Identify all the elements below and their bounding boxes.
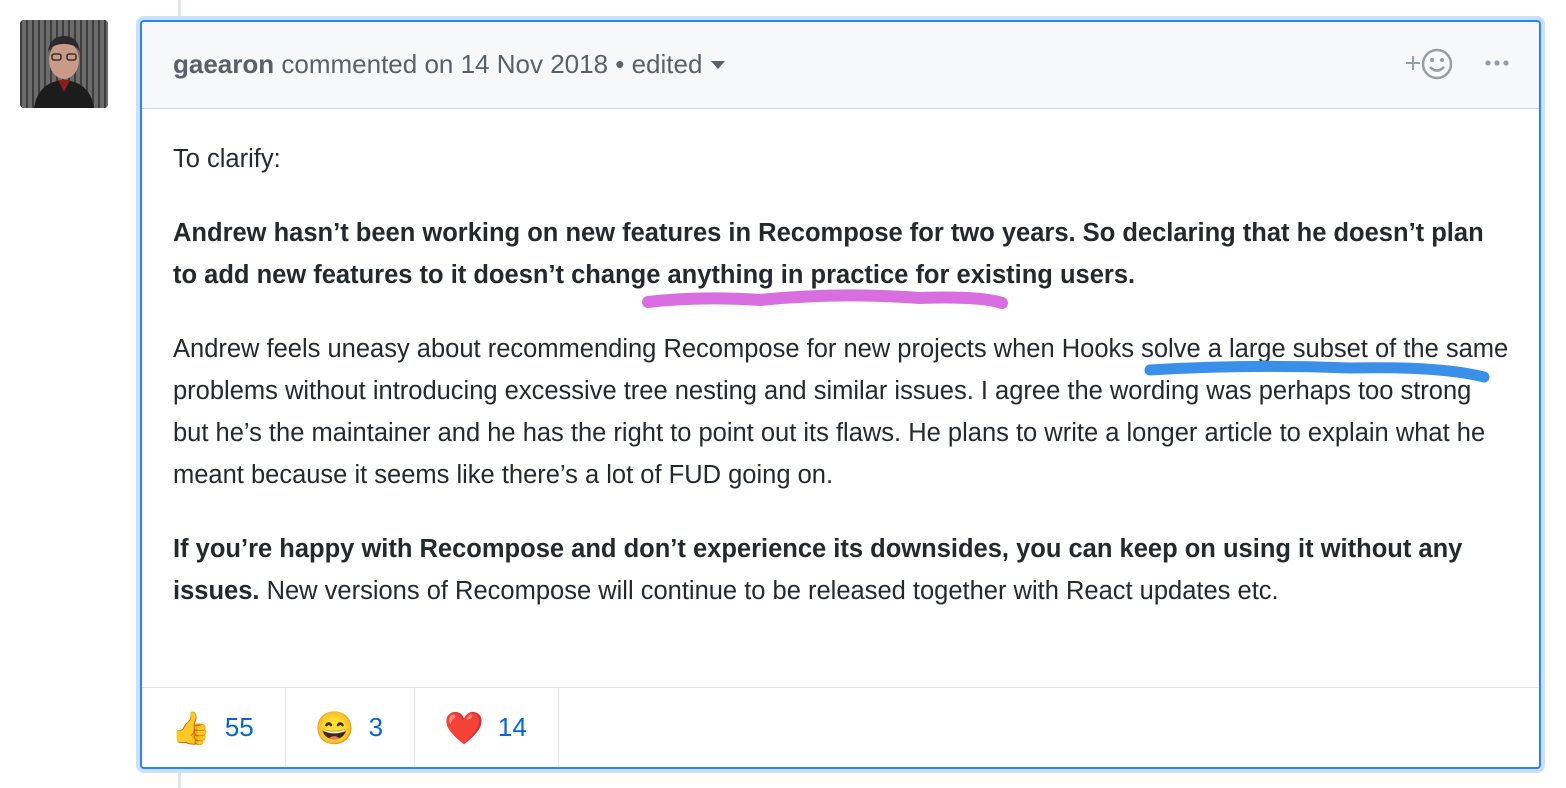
thumbs-up-icon: 👍 xyxy=(171,709,211,746)
paragraph-conclusion: If you’re happy with Recompose and don’t… xyxy=(173,528,1513,612)
comment-box: gaearon commented on 14 Nov 2018 • edite… xyxy=(140,20,1541,769)
comment-timestamp[interactable]: commented on 14 Nov 2018 • edited xyxy=(281,49,702,79)
reaction-thumbs-up[interactable]: 👍 55 xyxy=(142,688,286,767)
comment-meta: gaearon commented on 14 Nov 2018 • edite… xyxy=(173,48,726,80)
author-link[interactable]: gaearon xyxy=(173,49,274,79)
avatar[interactable] xyxy=(20,20,108,108)
paragraph-features: Andrew hasn’t been working on new featur… xyxy=(173,212,1513,296)
add-reaction-button[interactable] xyxy=(1400,46,1460,82)
reaction-count: 14 xyxy=(497,712,527,742)
paragraph-features-text: Andrew hasn’t been working on new featur… xyxy=(173,219,1484,289)
chevron-down-icon[interactable] xyxy=(711,61,726,69)
conclusion-rest: New versions of Recompose will continue … xyxy=(259,577,1279,605)
comment-body: To clarify: Andrew hasn’t been working o… xyxy=(173,138,1513,644)
heart-icon: ❤️ xyxy=(444,709,484,746)
reaction-count: 55 xyxy=(224,712,254,742)
kebab-horizontal-icon xyxy=(1485,60,1509,66)
comment-header: gaearon commented on 14 Nov 2018 • edite… xyxy=(142,22,1539,109)
reaction-count: 3 xyxy=(368,712,384,742)
paragraph-hooks: Andrew feels uneasy about recommending R… xyxy=(173,335,1509,489)
more-options-button[interactable] xyxy=(1480,48,1516,78)
reactions-bar: 👍 55 😄 3 ❤️ 14 xyxy=(142,687,1539,767)
reaction-smile[interactable]: 😄 3 xyxy=(286,688,416,767)
reaction-heart[interactable]: ❤️ 14 xyxy=(415,688,559,767)
add-reaction-icon xyxy=(1406,48,1453,80)
paragraph-intro: To clarify: xyxy=(173,145,281,173)
smile-icon: 😄 xyxy=(314,709,355,746)
